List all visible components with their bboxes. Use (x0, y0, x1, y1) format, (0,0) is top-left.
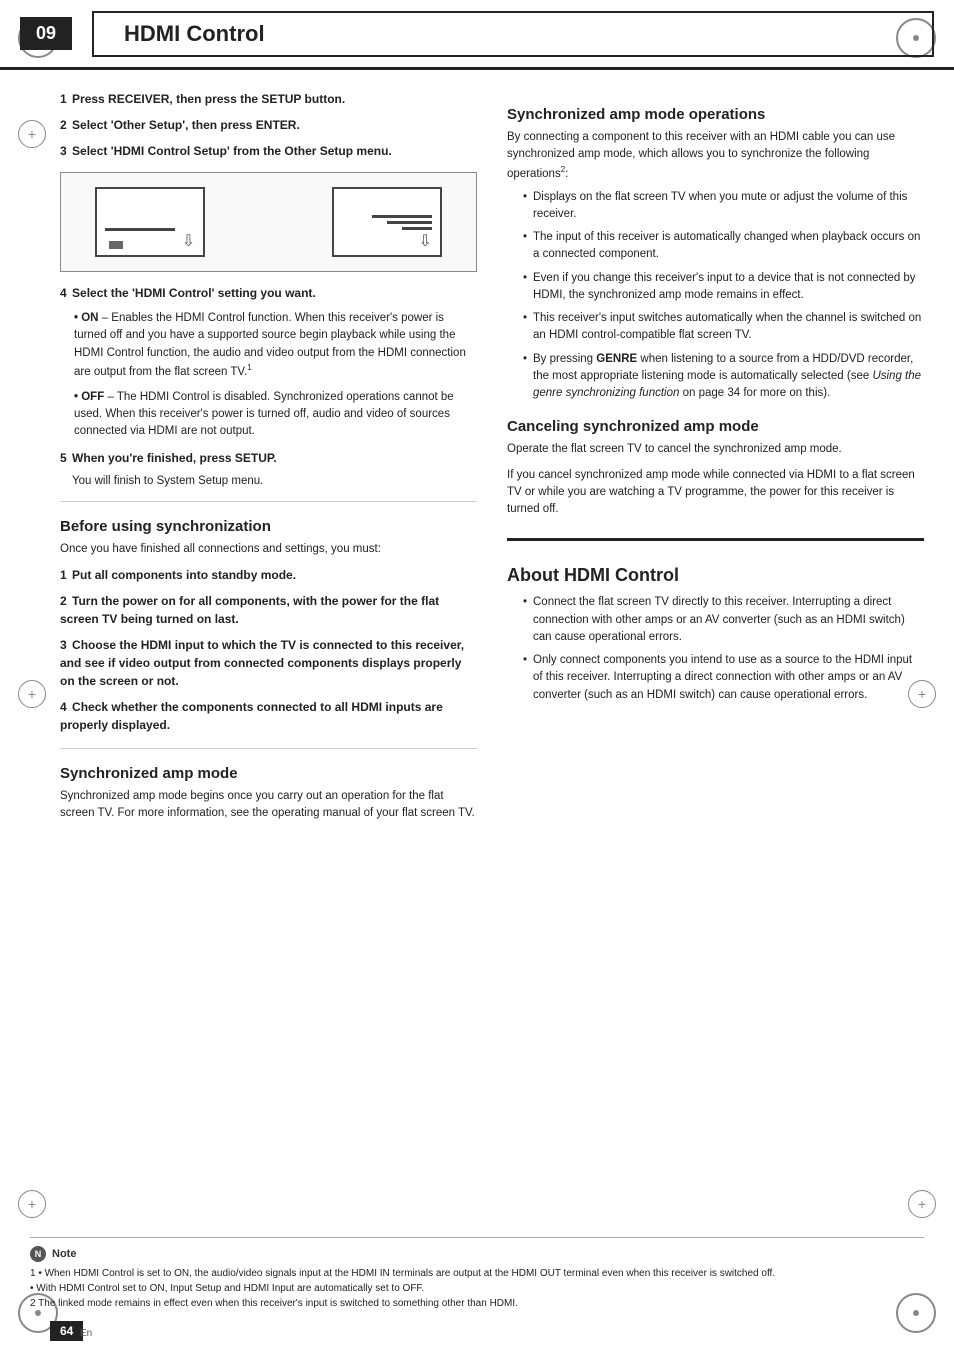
off-marker: • OFF (74, 391, 104, 403)
step-3-num: 3 (60, 144, 67, 158)
sync-ops-item-3: This receiver's input switches automatic… (523, 310, 924, 345)
step-4: 4 Select the 'HDMI Control' setting you … (60, 284, 477, 302)
footnote-1b: • With HDMI Control set to ON, Input Set… (30, 1281, 924, 1296)
off-bullet: • OFF – The HDMI Control is disabled. Sy… (74, 389, 477, 441)
step-1-text: Press RECEIVER, then press the SETUP but… (72, 92, 345, 106)
about-hdmi-item-0: Connect the flat screen TV directly to t… (523, 594, 924, 646)
diagram-arrow-right: ⇩ (418, 233, 431, 250)
diagram-line-1 (372, 215, 432, 218)
diagram-line-2 (387, 221, 432, 224)
bs-step-2-num: 2 (60, 594, 67, 608)
compass-left-lower (18, 680, 46, 708)
page-header: 09 HDMI Control (0, 0, 954, 70)
diagram-arrow-left: ⇩ (182, 233, 195, 250)
sync-ops-title: Synchronized amp mode operations (507, 106, 924, 123)
step-3: 3 Select 'HDMI Control Setup' from the O… (60, 142, 477, 160)
compass-right-bottom (908, 1190, 936, 1218)
step-5-num: 5 (60, 451, 67, 465)
main-content: 1 Press RECEIVER, then press the SETUP b… (0, 70, 954, 842)
off-text: – The HDMI Control is disabled. Synchron… (74, 391, 454, 438)
chapter-badge: 09 (20, 17, 72, 50)
step-1-num: 1 (60, 92, 67, 106)
cancel-sync-text1: Operate the flat screen TV to cancel the… (507, 441, 924, 458)
step-5-text: When you're finished, press SETUP. (72, 451, 277, 465)
on-marker: • ON (74, 312, 98, 324)
step-5-sub: You will finish to System Setup menu. (72, 475, 477, 487)
compass-left-mid (18, 120, 46, 148)
page-lang: En (80, 1328, 92, 1339)
sync-ops-item-4: By pressing GENRE when listening to a so… (523, 351, 924, 403)
diagram-panel-right: ⇩ (332, 187, 442, 257)
before-sync-step-2: 2 Turn the power on for all components, … (60, 592, 477, 628)
diagram-line (105, 228, 175, 231)
sync-amp-intro: Synchronized amp mode begins once you ca… (60, 788, 477, 823)
sync-ops-item-1: The input of this receiver is automatica… (523, 229, 924, 264)
step-4-text: Select the 'HDMI Control' setting you wa… (72, 286, 316, 300)
footnote-1: 1 • When HDMI Control is set to ON, the … (30, 1266, 924, 1281)
before-sync-step-1: 1 Put all components into standby mode. (60, 566, 477, 584)
step-2-text: Select 'Other Setup', then press ENTER. (72, 118, 300, 132)
sync-ops-item-0: Displays on the flat screen TV when you … (523, 189, 924, 224)
bs-step-3-num: 3 (60, 638, 67, 652)
before-sync-title: Before using synchronization (60, 518, 477, 535)
bs-step-2-text: Turn the power on for all components, wi… (60, 594, 439, 626)
footnote-2: 2 The linked mode remains in effect even… (30, 1296, 924, 1311)
footer-notes: N Note 1 • When HDMI Control is set to O… (30, 1237, 924, 1311)
diagram-line-3 (402, 227, 432, 230)
bs-step-4-text: Check whether the components connected t… (60, 700, 443, 732)
before-sync-step-3: 3 Choose the HDMI input to which the TV … (60, 636, 477, 690)
before-sync-intro: Once you have finished all connections a… (60, 541, 477, 558)
on-bullet: • ON – Enables the HDMI Control function… (74, 310, 477, 381)
sync-ops-intro: By connecting a component to this receiv… (507, 129, 924, 183)
note-icon: N (30, 1246, 46, 1262)
about-hdmi-box: About HDMI Control Connect the flat scre… (507, 538, 924, 704)
bs-step-1-num: 1 (60, 568, 67, 582)
diagram-panel-left: ⇩ (95, 187, 205, 257)
left-column: 1 Press RECEIVER, then press the SETUP b… (60, 90, 477, 822)
divider-2 (60, 748, 477, 749)
divider-1 (60, 501, 477, 502)
sync-ops-list: Displays on the flat screen TV when you … (523, 189, 924, 403)
sync-ops-sup: 2 (561, 165, 565, 174)
step-2: 2 Select 'Other Setup', then press ENTER… (60, 116, 477, 134)
before-sync-step-4: 4 Check whether the components connected… (60, 698, 477, 734)
cancel-sync-title: Canceling synchronized amp mode (507, 418, 924, 435)
about-hdmi-item-1: Only connect components you intend to us… (523, 652, 924, 704)
page-number: 64 (50, 1321, 83, 1341)
about-hdmi-title: About HDMI Control (507, 565, 924, 586)
note-header: N Note (30, 1246, 924, 1262)
diagram-port-1 (109, 241, 123, 249)
note-label: Note (52, 1248, 76, 1260)
hdmi-diagram: ⇩ ⇩ (60, 172, 477, 272)
about-hdmi-list: Connect the flat screen TV directly to t… (523, 594, 924, 704)
on-text: – Enables the HDMI Control function. Whe… (74, 312, 466, 378)
diagram-right-lines (372, 215, 432, 230)
step-5: 5 When you're finished, press SETUP. (60, 449, 477, 467)
bs-step-1-text: Put all components into standby mode. (72, 568, 296, 582)
sync-amp-title: Synchronized amp mode (60, 765, 477, 782)
step-2-num: 2 (60, 118, 67, 132)
sync-ops-item-2: Even if you change this receiver's input… (523, 270, 924, 305)
cancel-sync-text2: If you cancel synchronized amp mode whil… (507, 467, 924, 519)
right-column: Synchronized amp mode operations By conn… (507, 90, 924, 822)
on-sup: 1 (247, 363, 251, 372)
step-3-text: Select 'HDMI Control Setup' from the Oth… (72, 144, 392, 158)
compass-left-bottom (18, 1190, 46, 1218)
page-title: HDMI Control (92, 11, 934, 57)
step-4-num: 4 (60, 286, 67, 300)
bs-step-3-text: Choose the HDMI input to which the TV is… (60, 638, 464, 688)
bs-step-4-num: 4 (60, 700, 67, 714)
step-1: 1 Press RECEIVER, then press the SETUP b… (60, 90, 477, 108)
